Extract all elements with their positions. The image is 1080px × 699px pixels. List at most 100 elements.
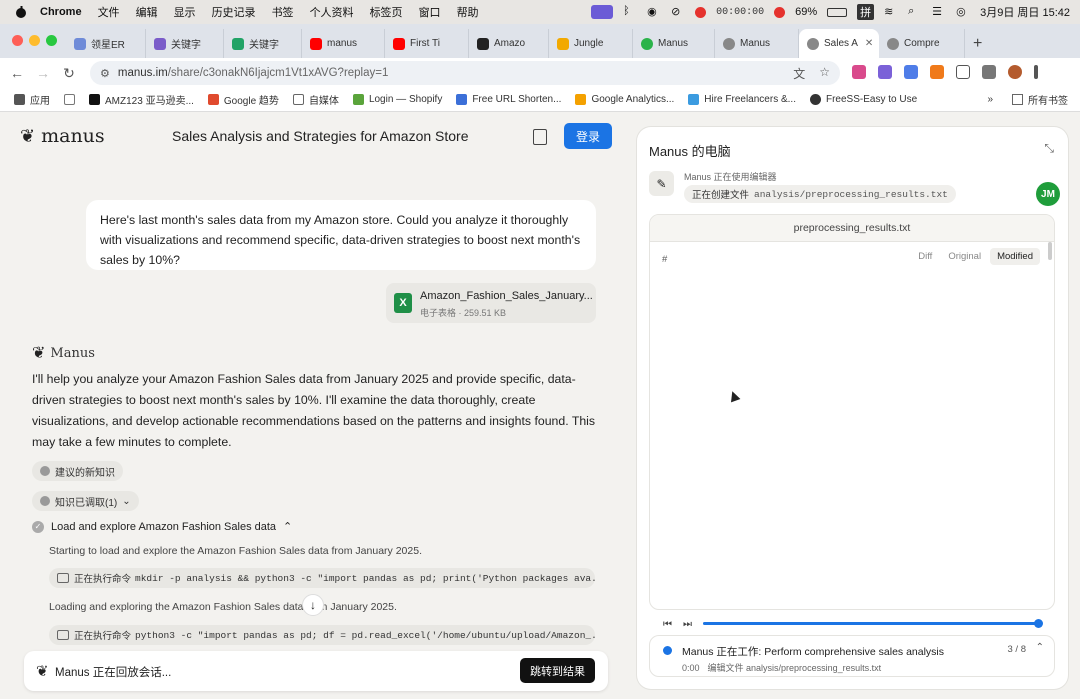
screen-share-icon[interactable] — [591, 5, 614, 19]
profile-avatar-icon[interactable] — [1008, 65, 1022, 79]
menu-tabs[interactable]: 标签页 — [370, 4, 403, 20]
menubar-status-area: ᛒ ◉ ⊘ 00:00:00 69% 拼 ≋ ⌕ ☰ ◎ 3月9日 周日 15:… — [591, 0, 1070, 24]
browser-tab[interactable]: Jungle — [549, 29, 633, 58]
status-action: 正在创建文件 — [692, 190, 750, 201]
reload-icon[interactable]: ↻ — [56, 65, 82, 82]
user-avatar[interactable]: JM — [1036, 182, 1060, 206]
bookmark-item[interactable]: 自媒体 — [292, 92, 339, 107]
apple-icon[interactable] — [14, 5, 28, 19]
knowledge-recalled-chip[interactable]: 知识已调取(1) ⌄ — [32, 491, 139, 511]
manus-logo[interactable]: ❦ manus — [20, 125, 105, 147]
stop-record-icon[interactable] — [774, 6, 786, 18]
task-step[interactable]: ✓ Load and explore Amazon Fashion Sales … — [32, 520, 292, 533]
browser-tab[interactable]: Compre — [879, 29, 965, 58]
browser-tab[interactable]: manus — [302, 29, 385, 58]
bookmark-label: Login — Shopify — [368, 94, 443, 105]
bookmark-item[interactable]: 应用 — [14, 92, 50, 107]
menu-view[interactable]: 显示 — [174, 4, 196, 20]
jump-to-result-button[interactable]: 跳转到结果 — [520, 658, 595, 683]
input-method-indicator[interactable]: 拼 — [857, 4, 875, 20]
close-tab-icon[interactable]: ✕ — [865, 38, 873, 49]
extension-js-icon[interactable] — [930, 65, 944, 79]
menu-bookmarks[interactable]: 书签 — [272, 4, 294, 20]
bookmark-item[interactable]: FreeSS-Easy to Use — [809, 94, 917, 105]
new-tab-button[interactable]: + — [965, 29, 990, 58]
bookmark-item[interactable]: Login — Shopify — [352, 94, 443, 105]
close-window-button[interactable] — [12, 35, 23, 46]
share-icon[interactable] — [533, 129, 547, 145]
extension-dots-icon[interactable] — [904, 65, 918, 79]
bookmark-label: 应用 — [30, 96, 50, 107]
scroll-down-button[interactable]: ↓ — [302, 594, 324, 616]
zoom-window-button[interactable] — [46, 35, 57, 46]
chevron-up-icon[interactable]: ⌃ — [1036, 642, 1044, 653]
extension-grid-icon[interactable] — [878, 65, 892, 79]
tab-diff[interactable]: Diff — [911, 248, 939, 265]
bookmark-item[interactable] — [64, 94, 75, 105]
all-bookmarks[interactable]: » 所有书签 — [987, 92, 1068, 107]
play-circle-icon[interactable]: ◉ — [647, 5, 661, 19]
site-info-icon[interactable]: ⚙ — [100, 67, 110, 80]
menubar-datetime[interactable]: 3月9日 周日 15:42 — [980, 4, 1070, 20]
chevron-up-icon[interactable]: ⌃ — [283, 520, 292, 533]
browser-tab[interactable]: Manus — [633, 29, 715, 58]
lightbulb-icon — [40, 466, 50, 476]
bookmark-item[interactable]: AMZ123 亚马逊卖... — [89, 92, 194, 107]
bookmark-label: Google 趋势 — [223, 96, 279, 107]
collapse-icon[interactable]: ⤡ — [1044, 141, 1054, 156]
browser-tab[interactable]: 领星ER — [66, 29, 146, 58]
menu-window[interactable]: 窗口 — [419, 4, 441, 20]
browser-tab[interactable]: Amazo — [469, 29, 549, 58]
menu-more-icon[interactable] — [1034, 65, 1038, 79]
tab-modified[interactable]: Modified — [990, 248, 1040, 265]
search-icon[interactable]: ⌕ — [908, 5, 922, 19]
menu-help[interactable]: 帮助 — [457, 4, 479, 20]
task-progress-card[interactable]: Manus 正在工作: Perform comprehensive sales … — [649, 635, 1055, 677]
browser-tab[interactable]: 关键字 — [146, 29, 224, 58]
browser-tab[interactable]: First Ti — [385, 29, 469, 58]
viewer-scrollbar[interactable] — [1048, 242, 1052, 260]
bookmark-item[interactable]: Google 趋势 — [207, 92, 279, 107]
menu-file[interactable]: 文件 — [98, 4, 120, 20]
extension-chart-icon[interactable] — [852, 65, 866, 79]
minimize-window-button[interactable] — [29, 35, 40, 46]
replay-progress-slider[interactable] — [703, 619, 1043, 628]
menu-app-name[interactable]: Chrome — [40, 6, 82, 18]
tab-original[interactable]: Original — [941, 248, 988, 265]
control-center-icon[interactable]: ☰ — [932, 5, 946, 19]
wifi-icon[interactable]: ≋ — [884, 5, 898, 19]
no-disturb-icon[interactable]: ⊘ — [671, 5, 685, 19]
back-arrow-icon[interactable]: ← — [4, 65, 30, 81]
attachment-card[interactable]: X Amazon_Fashion_Sales_January... 电子表格 ·… — [386, 283, 596, 323]
bookmark-item[interactable]: Free URL Shorten... — [456, 94, 561, 105]
bookmark-item[interactable]: Hire Freelancers &... — [688, 94, 796, 105]
bluetooth-icon[interactable]: ᛒ — [623, 5, 637, 19]
translate-icon[interactable]: 文 — [793, 65, 805, 82]
forward-arrow-icon[interactable]: → — [30, 65, 56, 81]
bookmark-item[interactable]: Google Analytics... — [575, 94, 674, 105]
record-icon[interactable] — [695, 6, 707, 18]
login-button[interactable]: 登录 — [564, 123, 612, 149]
skip-forward-icon[interactable]: ⏭ — [683, 619, 703, 630]
address-bar[interactable]: ⚙ manus.im/share/c3onakN6Ijajcm1Vt1xAVG?… — [90, 61, 840, 85]
command-chip[interactable]: 正在执行命令 python3 -c "import pandas as pd; … — [49, 625, 595, 645]
url-host: manus.im — [117, 67, 168, 79]
menu-profile[interactable]: 个人资料 — [310, 4, 354, 20]
skip-back-icon[interactable]: ⏮ — [663, 619, 683, 630]
tab-label: First Ti — [410, 38, 440, 49]
progress-knob[interactable] — [1034, 619, 1043, 628]
siri-icon[interactable]: ◎ — [956, 5, 970, 19]
menu-edit[interactable]: 编辑 — [136, 4, 158, 20]
menu-history[interactable]: 历史记录 — [212, 4, 256, 20]
browser-tab[interactable]: 关键字 — [224, 29, 302, 58]
browser-tab[interactable]: Manus — [715, 29, 799, 58]
battery-icon[interactable] — [827, 7, 848, 17]
chevron-double-right-icon[interactable]: » — [987, 94, 993, 105]
command-chip[interactable]: 正在执行命令 mkdir -p analysis && python3 -c "… — [49, 568, 595, 588]
extensions-puzzle-icon[interactable] — [956, 65, 970, 79]
recording-timer: 00:00:00 — [716, 6, 765, 18]
extension-list-icon[interactable] — [982, 65, 996, 79]
browser-tab-active[interactable]: Sales A ✕ — [799, 29, 879, 58]
bookmark-star-icon[interactable]: ☆ — [819, 65, 830, 82]
suggested-knowledge-chip[interactable]: 建议的新知识 — [32, 461, 123, 481]
